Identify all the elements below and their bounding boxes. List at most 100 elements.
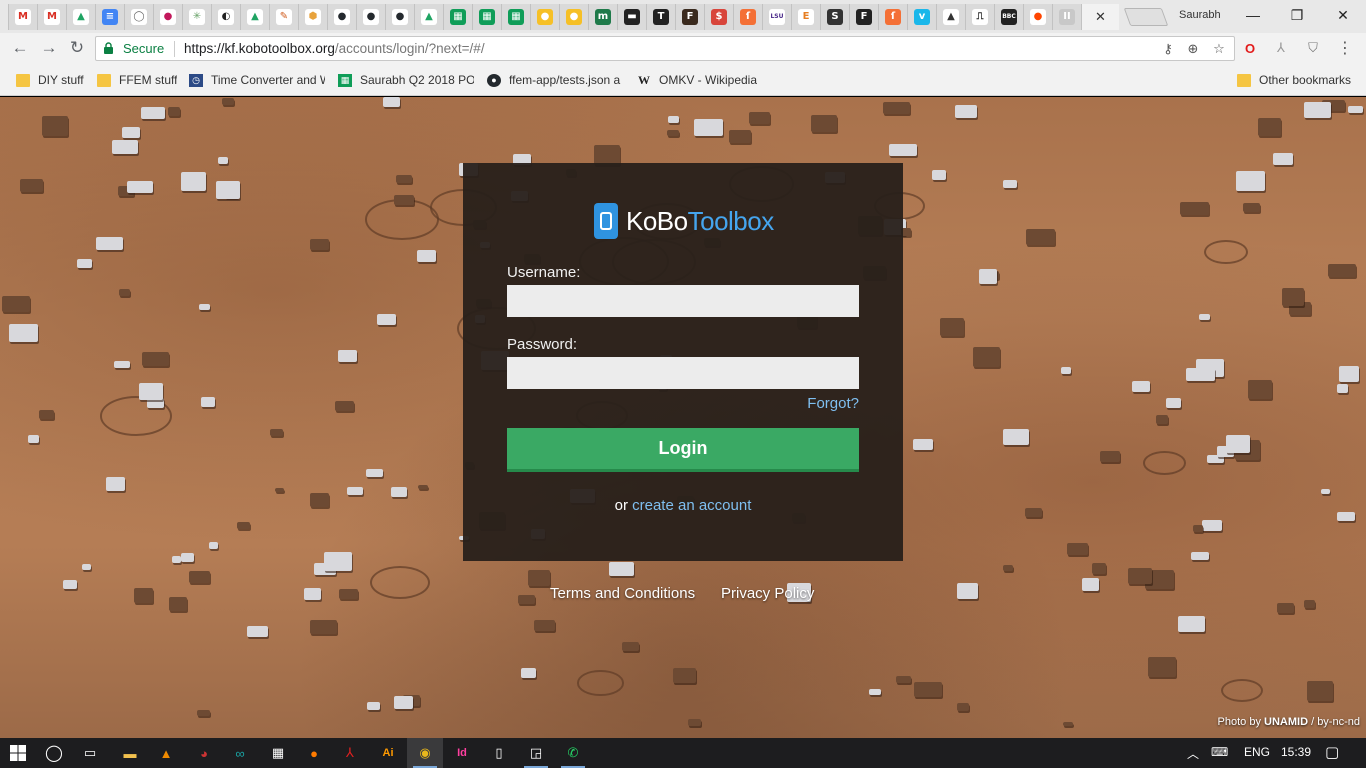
zoom-icon[interactable]: ⊕ [1184, 40, 1202, 58]
browser-tab[interactable]: S [820, 4, 849, 30]
profile-name[interactable]: Saurabh [1179, 9, 1221, 21]
key-icon[interactable]: ⚷ [1159, 40, 1177, 58]
illustrator-icon[interactable]: Ai [370, 738, 406, 768]
bookmark-time-converter[interactable]: ◷ Time Converter and W [189, 71, 325, 89]
star-icon[interactable]: ☆ [1210, 40, 1228, 58]
browser-tab[interactable]: ▲ [414, 4, 443, 30]
tab-strip: M M ▲ ≡ ◯ ● ✳ ◐ ▲ ✎ ⬢ ● ● ● ▲ ▦ ▦ ▦ ● ● m ▬ T F $ ſ LSU E S Fſ v ▲ ⎍ BBC ●… [0, 0, 1366, 33]
notifications-icon[interactable]: ▢ [1325, 743, 1339, 761]
secure-label: Secure [123, 41, 165, 56]
browser-tab[interactable]: ▦ [501, 4, 530, 30]
browser-tab[interactable]: F [675, 4, 704, 30]
opera-extension-icon[interactable]: O [1240, 38, 1260, 58]
browser-tab[interactable]: $ [704, 4, 733, 30]
tray-chevron-icon[interactable]: ︿ [1187, 745, 1199, 762]
search-icon[interactable]: ◯ [36, 738, 72, 768]
browser-tab[interactable]: ⎍ [965, 4, 994, 30]
hut-shape [394, 695, 413, 709]
reload-icon[interactable]: ↻ [66, 37, 88, 59]
new-tab-button[interactable] [1123, 8, 1169, 26]
clock[interactable]: 15:39 [1281, 745, 1311, 759]
menu-icon[interactable]: ⋮ [1335, 38, 1355, 58]
close-tab-icon[interactable]: ✕ [1095, 9, 1106, 25]
hut-shape [1338, 366, 1360, 383]
username-input[interactable] [507, 285, 859, 317]
other-bookmarks[interactable]: Other bookmarks [1237, 71, 1351, 89]
browser-tab[interactable]: ▬ [617, 4, 646, 30]
back-arrow-icon[interactable]: ← [9, 37, 31, 59]
privacy-link[interactable]: Privacy Policy [721, 585, 814, 602]
browser-tab[interactable]: E [791, 4, 820, 30]
login-button[interactable]: Login [507, 428, 859, 472]
bookmark-ffem-app-tests[interactable]: ● ffem-app/tests.json a [487, 71, 624, 89]
shield-extension-icon[interactable]: ⛉ [1303, 38, 1323, 58]
browser-tab[interactable]: ſ [878, 4, 907, 30]
browser-tab[interactable]: M [37, 4, 66, 30]
browser-tab[interactable]: ● [559, 4, 588, 30]
browser-tab[interactable]: ◯ [124, 4, 153, 30]
browser-tab[interactable]: ▲ [936, 4, 965, 30]
browser-tab[interactable]: ▲ [240, 4, 269, 30]
browser-tab[interactable]: ● [385, 4, 414, 30]
active-browser-tab[interactable]: ✕ [1081, 4, 1119, 30]
browser-tab[interactable]: T [646, 4, 675, 30]
restore-button[interactable]: ❐ [1287, 5, 1307, 25]
github-icon: ● [334, 9, 350, 25]
browser-tab[interactable]: ▦ [472, 4, 501, 30]
browser-tab[interactable]: BBC [994, 4, 1023, 30]
browser-tab[interactable]: ſ [733, 4, 762, 30]
windows-start-icon[interactable] [0, 738, 36, 768]
pdf-extension-icon[interactable]: ⅄ [1271, 38, 1291, 58]
bookmark-saurabh-q2[interactable]: ▦ Saurabh Q2 2018 PO [338, 71, 474, 89]
keyboard-icon[interactable]: ⌨ [1211, 745, 1228, 759]
bookmark-folder-ffem[interactable]: FFEM stuff [97, 71, 177, 89]
paint-icon[interactable]: ◕ [186, 738, 222, 768]
browser-tab[interactable]: ⬢ [298, 4, 327, 30]
calculator-icon[interactable]: ▦ [260, 738, 296, 768]
browser-tab[interactable]: ≡ [95, 4, 124, 30]
hut-shape [310, 492, 330, 507]
browser-tab[interactable]: ● [1023, 4, 1052, 30]
address-bar[interactable]: Secure https://kf.kobotoolbox.org/accoun… [95, 36, 1235, 61]
whatsapp-icon[interactable]: ✆ [555, 738, 591, 768]
browser-tab[interactable]: ▦ [443, 4, 472, 30]
browser-tab[interactable]: ◐ [211, 4, 240, 30]
browser-tab[interactable]: ● [530, 4, 559, 30]
bookmark-omkv-wikipedia[interactable]: W OMKV - Wikipedia [637, 71, 757, 89]
browser-tab[interactable]: ✳ [182, 4, 211, 30]
create-account-link[interactable]: create an account [632, 497, 751, 514]
url-text[interactable]: https://kf.kobotoolbox.org/accounts/logi… [184, 41, 485, 56]
forgot-password-link[interactable]: Forgot? [807, 395, 859, 412]
indesign-icon[interactable]: Id [444, 738, 480, 768]
browser-tab[interactable]: LSU [762, 4, 791, 30]
minimize-button[interactable]: — [1243, 5, 1263, 25]
acrobat-icon[interactable]: ⅄ [332, 738, 368, 768]
task-view-icon[interactable]: ▭ [72, 738, 108, 768]
browser-tab[interactable]: F [849, 4, 878, 30]
hut-shape [96, 236, 124, 251]
browser-tab[interactable]: II [1052, 4, 1081, 30]
password-input[interactable] [507, 357, 859, 389]
window-close-button[interactable]: ✕ [1333, 5, 1353, 25]
arduino-icon[interactable]: ∞ [222, 738, 258, 768]
sticky-notes-icon[interactable]: ◲ [518, 738, 554, 768]
language-indicator[interactable]: ENG [1244, 745, 1270, 759]
browser-tab[interactable]: v [907, 4, 936, 30]
browser-tab[interactable]: m [588, 4, 617, 30]
terms-link[interactable]: Terms and Conditions [550, 585, 695, 602]
forward-arrow-icon[interactable]: → [38, 37, 60, 59]
kobo-logo-icon [594, 203, 618, 239]
browser-tab[interactable]: M [8, 4, 37, 30]
chrome-icon[interactable]: ◉ [407, 738, 443, 768]
hut-shape [418, 484, 428, 490]
vlc-icon[interactable]: ▲ [148, 738, 184, 768]
browser-tab[interactable]: ✎ [269, 4, 298, 30]
file-explorer-icon[interactable]: ▬ [112, 738, 148, 768]
file-icon[interactable]: ▯ [481, 738, 517, 768]
bookmark-folder-diy[interactable]: DIY stuff [16, 71, 84, 89]
browser-tab[interactable]: ● [153, 4, 182, 30]
browser-tab[interactable]: ● [327, 4, 356, 30]
browser-tab[interactable]: ▲ [66, 4, 95, 30]
browser-tab[interactable]: ● [356, 4, 385, 30]
firefox-icon[interactable]: ● [296, 738, 332, 768]
